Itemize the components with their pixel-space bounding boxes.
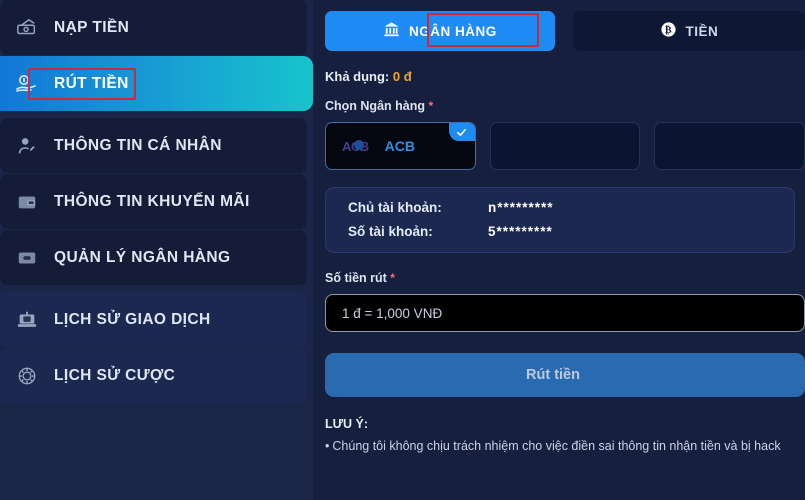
note-line: • Chúng tôi không chịu trách nhiệm cho vi…	[325, 439, 805, 453]
account-info-panel: Chủ tài khoản: n********* Số tài khoản: …	[325, 187, 795, 253]
bank-card-icon	[12, 243, 42, 273]
available-balance: Khả dụng: 0 đ	[325, 69, 805, 84]
bank-select-label: Chọn Ngân hàng *	[325, 99, 805, 113]
highlight-box-ngan-hang	[427, 13, 539, 47]
svg-text:₿: ₿	[665, 24, 672, 36]
user-profile-icon	[12, 131, 42, 161]
tab-bar: NGÂN HÀNG ₿ TIỀN	[313, 11, 805, 53]
account-number-row: Số tài khoản: 5*********	[348, 224, 794, 239]
sidebar: NẠP TIỀN RÚT TIỀN THÔNG TIN CÁ NHÂN THÔN…	[0, 0, 313, 500]
withdraw-amount-placeholder: 1 đ = 1,000 VNĐ	[342, 305, 443, 321]
required-asterisk: *	[428, 99, 434, 113]
bank-building-icon	[383, 21, 400, 41]
bank-select-label-text: Chọn Ngân hàng	[325, 99, 425, 113]
account-holder-label: Chủ tài khoản:	[348, 200, 442, 215]
sidebar-item-lich-su-cuoc[interactable]: LỊCH SỬ CƯỢC	[0, 348, 307, 403]
account-holder-value: n*********	[488, 200, 554, 215]
tab-tien-ao[interactable]: ₿ TIỀN	[572, 11, 805, 51]
sidebar-item-nap-tien[interactable]: NẠP TIỀN	[0, 0, 307, 55]
bank-card-empty-1[interactable]	[489, 122, 641, 170]
wallet-icon	[12, 187, 42, 217]
account-number-value: 5*********	[488, 224, 553, 239]
required-asterisk: *	[390, 271, 395, 285]
sidebar-item-label: THÔNG TIN CÁ NHÂN	[54, 136, 222, 154]
bank-card-acb[interactable]: ACB ACB	[325, 122, 476, 170]
sidebar-item-label: RÚT TIỀN	[54, 74, 129, 92]
account-holder-row: Chủ tài khoản: n*********	[348, 200, 794, 215]
deposit-icon	[12, 13, 42, 43]
sidebar-item-label: LỊCH SỬ GIAO DỊCH	[54, 310, 211, 328]
bullet-icon: •	[325, 439, 330, 453]
sidebar-item-label: THÔNG TIN KHUYẾN MÃI	[54, 192, 250, 210]
note-line-text: Chúng tôi không chịu trách nhiệm cho việ…	[332, 439, 781, 453]
tab-label: TIỀN	[685, 23, 719, 39]
sidebar-item-rut-tien[interactable]: RÚT TIỀN	[0, 56, 313, 111]
sidebar-item-lich-su-giao-dich[interactable]: LỊCH SỬ GIAO DỊCH	[0, 292, 307, 347]
bet-history-icon	[12, 361, 42, 391]
form-area: Khả dụng: 0 đ Chọn Ngân hàng * ACB ACB	[313, 53, 805, 453]
acb-logo-icon: ACB	[342, 139, 369, 154]
sidebar-item-label: NẠP TIỀN	[54, 18, 130, 36]
withdraw-hand-icon	[12, 69, 42, 99]
withdraw-submit-label: Rút tiền	[526, 367, 580, 383]
bank-card-list: ACB ACB	[325, 122, 805, 170]
check-icon	[448, 123, 475, 141]
withdraw-page: NẠP TIỀN RÚT TIỀN THÔNG TIN CÁ NHÂN THÔN…	[0, 0, 805, 500]
sidebar-item-label: LỊCH SỬ CƯỢC	[54, 366, 176, 384]
sidebar-item-quan-ly-ngan-hang[interactable]: QUẢN LÝ NGÂN HÀNG	[0, 230, 307, 285]
acb-logo-dot	[354, 139, 364, 150]
bank-card-empty-2[interactable]	[654, 122, 805, 170]
sidebar-item-thong-tin-khuyen-mai[interactable]: THÔNG TIN KHUYẾN MÃI	[0, 174, 307, 229]
tab-ngan-hang[interactable]: NGÂN HÀNG	[325, 11, 555, 51]
bank-card-name: ACB	[384, 138, 416, 154]
note-title: LƯU Ý:	[325, 417, 369, 431]
sidebar-item-label: QUẢN LÝ NGÂN HÀNG	[54, 248, 231, 266]
main-content: NGÂN HÀNG ₿ TIỀN Khả dụng: 0 đ Chọn Ngân…	[313, 0, 805, 500]
amount-field-label: Số tiền rút *	[325, 271, 805, 285]
transaction-log-icon	[12, 305, 42, 335]
available-balance-label: Khả dụng:	[325, 69, 390, 84]
account-number-label: Số tài khoản:	[348, 224, 433, 239]
sidebar-item-thong-tin-ca-nhan[interactable]: THÔNG TIN CÁ NHÂN	[0, 118, 307, 173]
amount-field-label-text: Số tiền rút	[325, 271, 387, 285]
withdraw-submit-button[interactable]: Rút tiền	[325, 353, 805, 397]
withdraw-amount-input[interactable]: 1 đ = 1,000 VNĐ	[325, 294, 805, 332]
available-balance-amount: 0 đ	[392, 69, 412, 84]
bitcoin-icon: ₿	[660, 21, 677, 41]
